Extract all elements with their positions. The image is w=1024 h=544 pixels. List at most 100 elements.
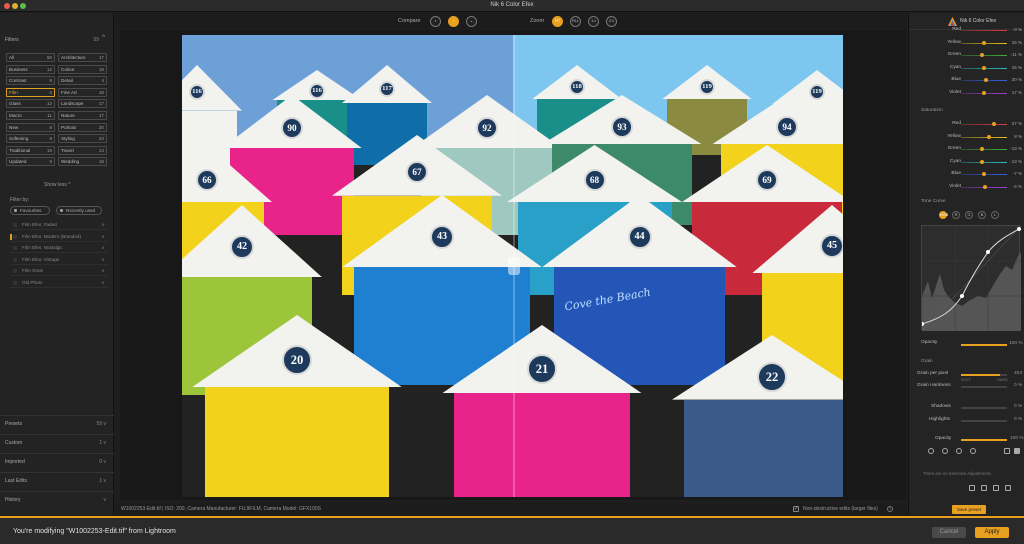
slider-row-cyan[interactable]: Cyan 16 % — [909, 62, 1024, 74]
slider-track[interactable] — [961, 53, 1007, 57]
favourites-pill[interactable]: Favourites — [10, 206, 50, 215]
category-contrast[interactable]: Contrast 8 — [6, 76, 55, 86]
slider-row-red[interactable]: Red 27 % — [909, 118, 1024, 130]
chevron-down-icon[interactable]: v — [102, 243, 104, 253]
category-fine-art[interactable]: Fine Art 18 — [58, 87, 107, 97]
slider-track[interactable] — [961, 90, 1007, 95]
tone-curve-graph[interactable] — [920, 225, 1022, 332]
zoom-1-1-button[interactable]: 1:1 — [588, 16, 599, 27]
slider-row-green[interactable]: Green -13 % — [909, 143, 1024, 155]
slider-row-blue[interactable]: Blue -7 % — [909, 168, 1024, 180]
slider-knob[interactable] — [979, 147, 984, 151]
category-macro[interactable]: Macro 11 — [6, 111, 55, 120]
curve-point[interactable] — [1017, 227, 1021, 231]
category-new[interactable]: New 8 — [6, 122, 55, 132]
last-edits-section[interactable]: Last Edits 1 v — [0, 472, 114, 490]
duplicate-icon[interactable] — [969, 485, 975, 491]
curve-point[interactable] — [986, 250, 990, 254]
filter-item[interactable]: Film Efex: Faded v — [10, 220, 108, 230]
nondestructive-checkbox[interactable]: ✓ — [793, 506, 799, 512]
slider-knob[interactable] — [982, 65, 986, 70]
slider-knob[interactable] — [982, 184, 987, 189]
slider-track[interactable] — [961, 172, 1007, 176]
gradient-icon[interactable] — [970, 448, 976, 454]
slider-knob[interactable] — [992, 122, 997, 126]
category-portrait[interactable]: Portrait 20 — [58, 122, 107, 132]
slider-row-green[interactable]: Green -11 % — [909, 49, 1024, 61]
category-film[interactable]: Film 6 — [6, 87, 55, 97]
tone-curve-svg[interactable] — [920, 225, 1022, 332]
category-colour[interactable]: Colour 19 — [58, 64, 107, 74]
compare-side-button[interactable]: ◑ — [448, 16, 459, 27]
slider-row-cyan[interactable]: Cyan -13 % — [909, 156, 1024, 168]
control-point-icon[interactable] — [956, 448, 962, 454]
category-architecture[interactable]: Architecture 17 — [58, 53, 107, 62]
chevron-up-icon[interactable]: ^ — [102, 35, 105, 41]
chevron-down-icon[interactable]: v — [102, 255, 104, 265]
grain-hardness-slider[interactable] — [961, 386, 1007, 388]
slider-track[interactable] — [961, 30, 1007, 31]
slider-knob[interactable] — [986, 134, 991, 139]
category-softening[interactable]: Softening 8 — [6, 134, 55, 144]
category-wedding[interactable]: Wedding 18 — [58, 157, 107, 167]
slider-row-blue[interactable]: Blue 20 % — [909, 74, 1024, 86]
channel-g-button[interactable]: G — [965, 211, 973, 219]
brush-icon[interactable] — [942, 448, 948, 454]
category-updated[interactable]: Updated 9 — [6, 157, 55, 167]
channel-rgb-button[interactable]: RGB — [939, 211, 948, 219]
channel-r-button[interactable]: R — [952, 211, 960, 219]
opacity-slider[interactable] — [961, 344, 1007, 346]
filter-item[interactable]: Film Efex: Modern (Branded) v — [10, 232, 108, 242]
category-travel[interactable]: Travel 14 — [58, 145, 107, 155]
slider-track[interactable] — [961, 78, 1007, 82]
slider-row-violet[interactable]: Violet -4 % — [909, 181, 1024, 193]
chevron-down-icon[interactable]: v — [102, 278, 104, 288]
copy-icon[interactable] — [981, 485, 987, 491]
slider-row-yellow[interactable]: Yellow 15 % — [909, 37, 1024, 49]
category-traditional[interactable]: Traditional 19 — [6, 145, 55, 155]
photo-preview[interactable]: 116 116 117 118 119 119 90 92 93 94 66 67 68 69 42 43 44… — [182, 35, 843, 497]
apply-button[interactable]: Apply — [975, 527, 1009, 538]
filter-item[interactable]: Old Photo v — [10, 278, 108, 288]
grain-per-pixel-slider[interactable] — [961, 374, 1007, 376]
category-glass[interactable]: Glass 12 — [6, 99, 55, 109]
slider-track[interactable] — [961, 184, 1007, 189]
shadows-slider[interactable] — [961, 407, 1007, 409]
slider-knob[interactable] — [979, 53, 984, 57]
divider-handle[interactable] — [508, 257, 520, 275]
category-all[interactable]: All 55 — [6, 53, 55, 62]
cancel-button[interactable]: Cancel — [932, 527, 966, 538]
slider-knob[interactable] — [982, 40, 986, 45]
category-business[interactable]: Business 12 — [6, 64, 55, 74]
slider-row-violet[interactable]: Violet 17 % — [909, 87, 1024, 99]
show-less-link[interactable]: Show less ^ — [44, 182, 71, 188]
slider-track[interactable] — [961, 40, 1007, 45]
highlights-slider[interactable] — [961, 420, 1007, 422]
compare-toggle-button[interactable]: ◒ — [466, 16, 477, 27]
curve-point[interactable] — [960, 294, 964, 298]
slider-row-yellow[interactable]: Yellow 8 % — [909, 131, 1024, 143]
custom-section[interactable]: Custom 1 v — [0, 434, 114, 452]
chevron-down-icon[interactable]: v — [102, 220, 104, 230]
presets-section[interactable]: Presets 59 v — [0, 415, 114, 433]
category-landscape[interactable]: Landscape 17 — [58, 99, 107, 109]
chevron-down-icon[interactable]: v — [102, 232, 104, 242]
slider-track[interactable] — [961, 147, 1007, 151]
slider-knob[interactable] — [984, 78, 989, 82]
zoom-2-1-button[interactable]: 2:1 — [606, 16, 617, 27]
zoom-fill-button[interactable]: FILL — [570, 16, 581, 27]
slider-track[interactable] — [961, 159, 1007, 164]
category-detail[interactable]: Detail 4 — [58, 76, 107, 86]
channel-l-button[interactable]: L — [991, 211, 999, 219]
save-preset-button[interactable]: Save preset — [952, 505, 986, 514]
trash-icon[interactable] — [1005, 485, 1011, 491]
gear-icon[interactable] — [928, 448, 934, 454]
compare-split-button[interactable]: ◐ — [430, 16, 441, 27]
filter-item[interactable]: Film Efex: Vintage v — [10, 255, 108, 265]
slider-knob[interactable] — [982, 172, 986, 176]
recently-used-pill[interactable]: Recently used — [56, 206, 102, 215]
channel-b-button[interactable]: B — [978, 211, 986, 219]
slider-knob[interactable] — [982, 90, 986, 95]
category-nature[interactable]: Nature 17 — [58, 111, 107, 120]
filter-item[interactable]: Film Efex: Nostalgic v — [10, 243, 108, 254]
